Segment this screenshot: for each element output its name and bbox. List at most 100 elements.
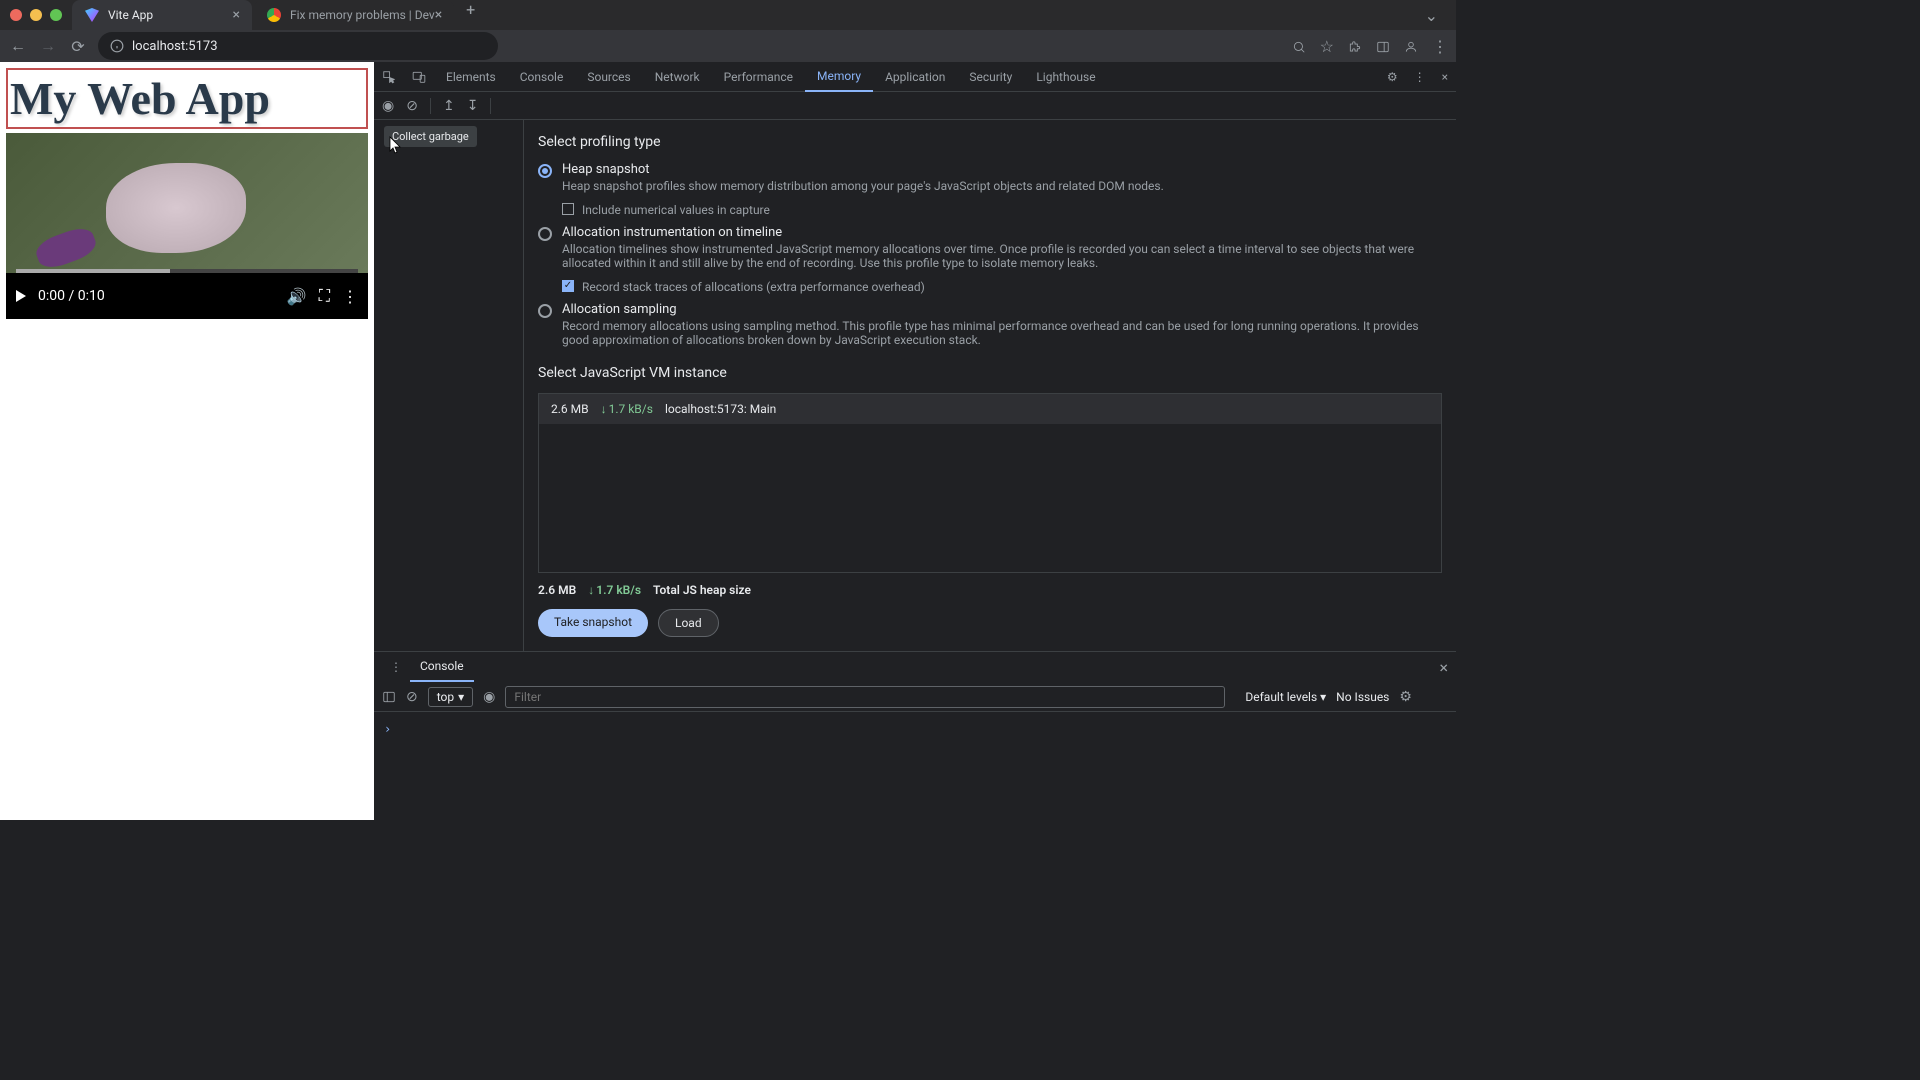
settings-icon[interactable]: ⚙ [1379, 70, 1406, 84]
menu-icon[interactable]: ⋮ [1432, 37, 1448, 56]
minimize-window-button[interactable] [30, 9, 42, 21]
profiling-type-heading: Select profiling type [538, 134, 1442, 150]
checkbox-include-numerical[interactable] [562, 203, 574, 215]
tab-memory[interactable]: Memory [805, 62, 873, 92]
option-label: Allocation instrumentation on timeline [562, 225, 1442, 240]
vm-instance-heading: Select JavaScript VM instance [538, 365, 1442, 381]
summary-label: Total JS heap size [653, 583, 751, 597]
record-icon[interactable]: ◉ [382, 98, 394, 114]
sub-option-label: Include numerical values in capture [582, 203, 770, 217]
tab-title: Fix memory problems | Dev [290, 8, 435, 22]
vm-rate: 1.7 kB/s [601, 402, 653, 416]
option-desc: Heap snapshot profiles show memory distr… [562, 179, 1442, 193]
tab-network[interactable]: Network [643, 62, 712, 92]
fullscreen-icon[interactable]: ⛶ [319, 286, 330, 306]
tab-lighthouse[interactable]: Lighthouse [1024, 62, 1107, 92]
extensions-icon[interactable] [1348, 37, 1362, 56]
option-desc: Record memory allocations using sampling… [562, 319, 1442, 347]
vite-favicon-icon [84, 7, 100, 23]
take-snapshot-button[interactable]: Take snapshot [538, 609, 648, 637]
mouse-cursor-icon [388, 134, 404, 155]
browser-tab[interactable]: Fix memory problems | Dev × [254, 0, 454, 30]
option-label: Heap snapshot [562, 162, 1442, 177]
close-tab-icon[interactable]: × [233, 7, 240, 23]
issues-label: No Issues [1336, 690, 1389, 704]
console-output[interactable]: › [374, 712, 1456, 820]
device-toggle-icon[interactable] [404, 69, 434, 84]
radio-allocation-sampling[interactable] [538, 304, 552, 318]
console-menu-icon[interactable]: ⋮ [382, 660, 410, 674]
drawer-tab-console[interactable]: Console [410, 652, 474, 682]
new-tab-button[interactable]: + [456, 0, 485, 30]
page-heading: My Web App [10, 72, 364, 125]
back-button[interactable]: ← [8, 36, 28, 56]
forward-button[interactable]: → [38, 36, 58, 56]
profile-icon[interactable] [1404, 37, 1418, 56]
browser-tab-active[interactable]: Vite App × [72, 0, 252, 30]
volume-icon[interactable]: 🔊 [287, 287, 307, 306]
devtools-menu-icon[interactable]: ⋮ [1406, 70, 1434, 84]
devtools-close-icon[interactable]: × [1434, 70, 1456, 84]
console-sidebar-icon[interactable] [382, 689, 396, 705]
console-drawer: ⋮ Console × ⊘ top ▾ ◉ [374, 651, 1456, 820]
memory-main: Select profiling type Heap snapshot Heap… [524, 120, 1456, 651]
video-progress-bar[interactable] [16, 269, 358, 273]
upload-icon[interactable]: ↥ [443, 98, 455, 114]
browser-tabs: Vite App × Fix memory problems | Dev × + [72, 0, 485, 30]
zoom-icon[interactable] [1292, 37, 1306, 56]
console-filter-input[interactable] [505, 686, 1225, 708]
close-tab-icon[interactable]: × [435, 7, 442, 23]
tab-sources[interactable]: Sources [575, 62, 642, 92]
option-desc: Allocation timelines show instrumented J… [562, 242, 1442, 270]
summary-size: 2.6 MB [538, 583, 576, 597]
chevron-down-icon: ▾ [458, 690, 464, 704]
checkbox-record-stack-traces[interactable] [562, 280, 574, 292]
vm-instance-list: 2.6 MB 1.7 kB/s localhost:5173: Main [538, 393, 1442, 573]
video-more-icon[interactable]: ⋮ [342, 287, 358, 306]
chrome-favicon-icon [266, 7, 282, 23]
profiles-sidebar: Collect garbage [374, 120, 524, 651]
drawer-close-icon[interactable]: × [1439, 658, 1448, 677]
download-icon[interactable]: ↧ [467, 98, 479, 114]
video-player[interactable]: 0:00 / 0:10 🔊 ⛶ ⋮ [6, 133, 368, 319]
console-prompt-icon: › [384, 722, 391, 736]
console-clear-icon[interactable]: ⊘ [406, 689, 418, 705]
tab-console[interactable]: Console [508, 62, 576, 92]
sidepanel-icon[interactable] [1376, 37, 1390, 56]
console-settings-icon[interactable]: ⚙ [1399, 689, 1412, 705]
tab-performance[interactable]: Performance [712, 62, 805, 92]
log-levels-selector[interactable]: Default levels ▾ [1245, 690, 1326, 704]
tab-dropdown-icon[interactable]: ⌄ [1417, 6, 1446, 25]
tab-elements[interactable]: Elements [434, 62, 508, 92]
url-text: localhost:5173 [132, 39, 218, 54]
summary-rate: 1.7 kB/s [588, 583, 641, 597]
context-selector[interactable]: top ▾ [428, 687, 473, 707]
devtools-panel: Elements Console Sources Network Perform… [374, 62, 1456, 820]
traffic-lights [10, 9, 62, 21]
radio-allocation-timeline[interactable] [538, 227, 552, 241]
inspect-icon[interactable] [374, 69, 404, 84]
play-button[interactable] [16, 290, 26, 302]
address-bar: ← → ⟳ localhost:5173 ☆ ⋮ [0, 30, 1456, 62]
load-button[interactable]: Load [658, 609, 719, 637]
tab-application[interactable]: Application [873, 62, 957, 92]
tab-security[interactable]: Security [957, 62, 1024, 92]
memory-toolbar: ◉ ⊘ ↥ ↧ [374, 92, 1456, 120]
maximize-window-button[interactable] [50, 9, 62, 21]
option-label: Allocation sampling [562, 302, 1442, 317]
vm-instance-row[interactable]: 2.6 MB 1.7 kB/s localhost:5173: Main [539, 394, 1441, 424]
info-icon [110, 39, 124, 53]
tab-title: Vite App [108, 8, 153, 22]
option-allocation-sampling[interactable]: Allocation sampling Record memory alloca… [538, 302, 1442, 347]
clear-icon[interactable]: ⊘ [406, 98, 418, 114]
url-input[interactable]: localhost:5173 [98, 32, 498, 60]
option-heap-snapshot[interactable]: Heap snapshot Heap snapshot profiles sho… [538, 162, 1442, 217]
reload-button[interactable]: ⟳ [68, 37, 88, 56]
live-expression-icon[interactable]: ◉ [483, 689, 495, 705]
radio-heap-snapshot[interactable] [538, 164, 552, 178]
bookmark-icon[interactable]: ☆ [1320, 37, 1334, 56]
vm-name: localhost:5173: Main [665, 402, 776, 416]
close-window-button[interactable] [10, 9, 22, 21]
window-titlebar: Vite App × Fix memory problems | Dev × +… [0, 0, 1456, 30]
option-allocation-timeline[interactable]: Allocation instrumentation on timeline A… [538, 225, 1442, 294]
